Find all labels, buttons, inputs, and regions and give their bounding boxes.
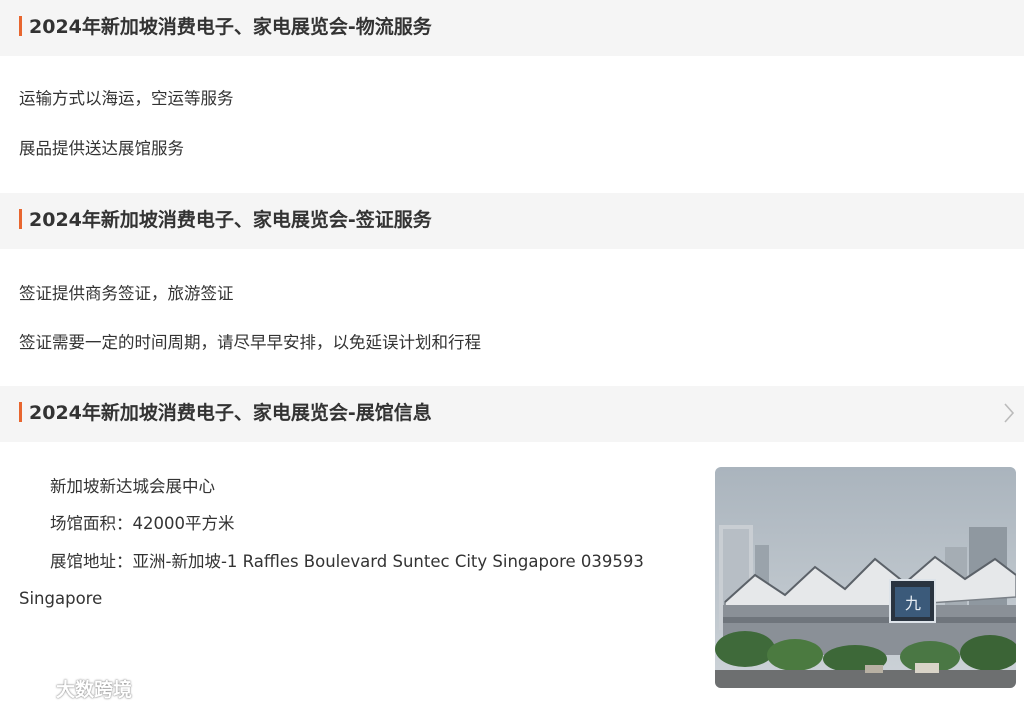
chevron-right-icon[interactable] <box>1002 402 1016 424</box>
venue-area: 场馆面积：42000平方米 <box>50 514 235 533</box>
venue-name: 新加坡新达城会展中心 <box>50 477 215 496</box>
svg-text:九: 九 <box>905 594 921 613</box>
accent-bar <box>19 209 22 229</box>
accent-bar <box>19 16 22 36</box>
logistics-line-2: 展品提供送达展馆服务 <box>19 139 184 158</box>
watermark: 大数跨境 <box>8 674 132 702</box>
venue-address-cont: Singapore <box>19 589 103 608</box>
visa-line-2: 签证需要一定的时间周期，请尽早早安排，以免延误计划和行程 <box>19 333 481 352</box>
accent-bar <box>19 402 22 422</box>
exhibition-center-photo: 九 <box>715 467 1016 688</box>
visa-line-1: 签证提供商务签证，旅游签证 <box>19 284 234 303</box>
section-title-visa: 2024年新加坡消费电子、家电展览会-签证服务 <box>29 209 432 231</box>
logistics-line-1: 运输方式以海运，空运等服务 <box>19 89 234 108</box>
brand-logo-icon <box>10 678 52 696</box>
watermark-text: 大数跨境 <box>56 678 133 701</box>
venue-address: 展馆地址：亚洲-新加坡-1 Raffles Boulevard Suntec C… <box>50 552 644 571</box>
section-title-logistics: 2024年新加坡消费电子、家电展览会-物流服务 <box>29 16 432 38</box>
section-header-logistics: 2024年新加坡消费电子、家电展览会-物流服务 <box>0 0 1024 56</box>
section-header-venue[interactable]: 2024年新加坡消费电子、家电展览会-展馆信息 <box>0 386 1024 442</box>
section-header-visa: 2024年新加坡消费电子、家电展览会-签证服务 <box>0 193 1024 249</box>
section-title-venue: 2024年新加坡消费电子、家电展览会-展馆信息 <box>29 402 432 424</box>
